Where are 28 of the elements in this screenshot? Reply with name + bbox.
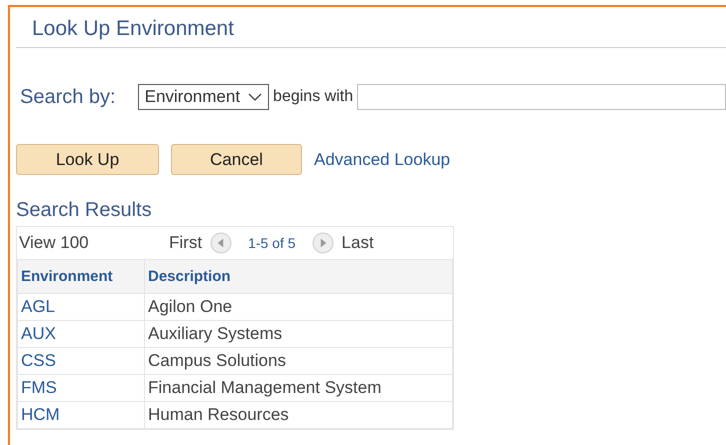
code-link[interactable]: HCM [18, 402, 144, 428]
field-dropdown[interactable]: Environment [138, 84, 270, 110]
table-cell: Human Resources [144, 402, 452, 428]
previous-button[interactable] [210, 232, 232, 254]
view-link[interactable]: View 100 [19, 233, 169, 253]
next-button[interactable] [312, 232, 334, 254]
code-link[interactable]: FMS [18, 374, 144, 402]
action-button[interactable]: Look Up [16, 144, 159, 175]
caret-icon [248, 93, 262, 101]
column-header[interactable]: Environment [18, 260, 144, 294]
action-button[interactable]: Cancel [171, 144, 302, 175]
code-link[interactable]: AGL [18, 294, 144, 320]
results-heading: Search Results [16, 199, 153, 222]
code-link[interactable]: AUX [18, 320, 144, 348]
table-cell: Campus Solutions [144, 348, 452, 374]
table-cell: Financial Management System [144, 374, 452, 402]
page-title: Look Up Environment [32, 17, 234, 40]
search-field[interactable] [357, 84, 726, 110]
lookup-link[interactable]: Advanced Lookup [314, 150, 450, 170]
column-header[interactable]: Description [144, 260, 452, 294]
search-by-label: Search by: [20, 86, 116, 108]
code-link[interactable]: CSS [18, 348, 144, 374]
table-cell: Auxiliary Systems [144, 320, 452, 348]
table-cell: Agilon One [144, 294, 452, 320]
page-range: 1-5 of 5 [248, 235, 296, 251]
first-link[interactable]: First [169, 233, 202, 253]
operator-label: begins with [273, 88, 354, 106]
last-link[interactable]: Last [342, 233, 374, 253]
